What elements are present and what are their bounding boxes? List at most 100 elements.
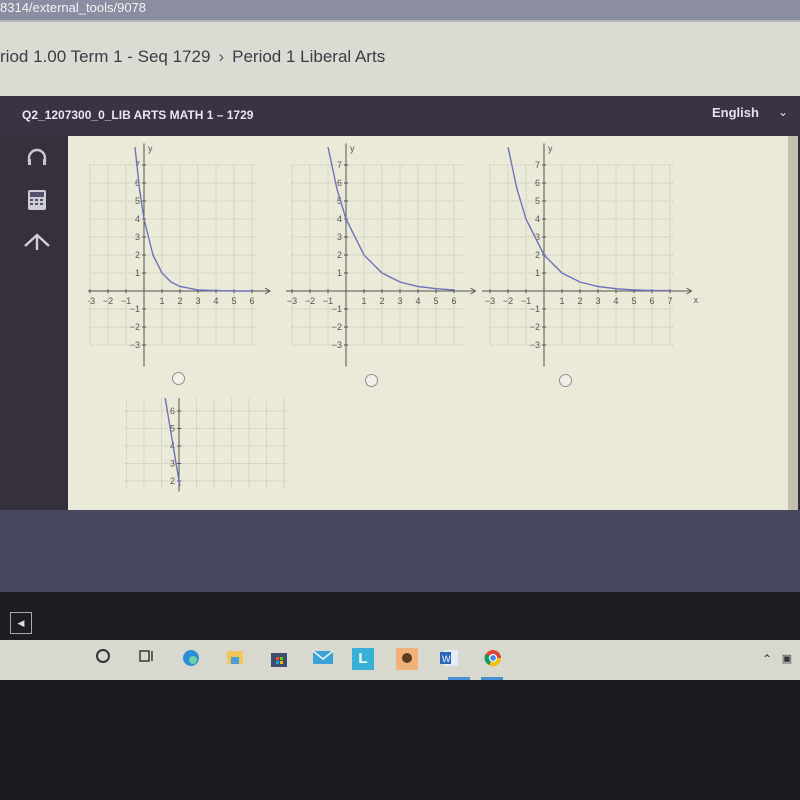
laptop-bezel [0, 680, 800, 800]
y-tick-label: −1 [530, 304, 540, 314]
network-icon[interactable]: ▣ [776, 648, 798, 670]
reference-icon[interactable] [22, 230, 52, 260]
x-tick-label: 2 [177, 296, 182, 306]
course-title: Q2_1207300_0_LIB ARTS MATH 1 – 1729 [22, 108, 254, 122]
y-tick-label: −3 [530, 340, 540, 350]
chrome-icon[interactable] [482, 648, 504, 670]
radio-option-a[interactable] [172, 372, 185, 385]
y-tick-label: −2 [530, 322, 540, 332]
y-axis-label: y [548, 143, 553, 153]
mail-icon[interactable] [312, 648, 334, 670]
windows-taskbar: L W ⌃ ▣ [0, 640, 800, 680]
y-tick-label: −2 [332, 322, 342, 332]
y-tick-label: 5 [535, 196, 540, 206]
y-axis-label: y [350, 143, 355, 153]
breadcrumb-item-term[interactable]: riod 1.00 Term 1 - Seq 1729 [0, 47, 210, 66]
x-tick-label: 6 [249, 296, 254, 306]
x-tick-label: 5 [433, 296, 438, 306]
y-tick-label: 6 [170, 406, 175, 416]
browser-url-bar[interactable]: 8314/external_tools/9078 [0, 0, 800, 20]
word-icon[interactable]: W [438, 648, 460, 670]
x-tick-label: 1 [361, 296, 366, 306]
collapse-panel-button[interactable]: ◀ [10, 612, 32, 634]
y-tick-label: 6 [337, 178, 342, 188]
chevron-down-icon[interactable]: ⌄ [778, 105, 788, 119]
y-tick-label: 4 [135, 214, 140, 224]
breadcrumb-separator: › [218, 47, 225, 66]
y-tick-label: −1 [332, 304, 342, 314]
x-tick-label: 2 [577, 296, 582, 306]
y-tick-label: 7 [170, 398, 175, 399]
graph-option-c: yx−3 −2 −1 1 2 3 4 5 6 7−3−2−11234567 [482, 143, 699, 367]
x-tick-label: 1 [559, 296, 564, 306]
y-tick-label: 1 [535, 268, 540, 278]
y-tick-label: 4 [535, 214, 540, 224]
y-tick-label: 3 [135, 232, 140, 242]
y-tick-label: 7 [535, 160, 540, 170]
x-tick-label: 1 [159, 296, 164, 306]
headphones-icon[interactable] [22, 146, 52, 176]
task-view-icon[interactable] [135, 648, 157, 670]
x-axis-label: x [694, 295, 699, 305]
calculator-icon[interactable] [22, 188, 52, 218]
y-tick-label: 3 [170, 459, 175, 469]
breadcrumb: riod 1.00 Term 1 - Seq 1729 › Period 1 Lib… [0, 47, 385, 67]
y-tick-label: 2 [535, 250, 540, 260]
y-tick-label: 6 [535, 178, 540, 188]
y-tick-label: −1 [130, 304, 140, 314]
l-app-icon[interactable]: L [352, 648, 374, 670]
radio-option-b[interactable] [365, 374, 378, 387]
url-text: 8314/external_tools/9078 [0, 0, 147, 15]
y-tick-label: 1 [135, 268, 140, 278]
x-tick-label: 6 [649, 296, 654, 306]
edge-icon[interactable] [180, 648, 202, 670]
file-explorer-icon[interactable] [224, 648, 246, 670]
svg-text:W: W [442, 654, 451, 664]
x-tick-label: −3 [287, 296, 297, 306]
x-tick-label: 3 [195, 296, 200, 306]
app-header: Q2_1207300_0_LIB ARTS MATH 1 – 1729 Engl… [0, 96, 800, 136]
x-tick-label: −3 [485, 296, 495, 306]
y-axis-label: y [148, 143, 153, 153]
y-tick-label: 2 [337, 250, 342, 260]
radio-option-c[interactable] [559, 374, 572, 387]
breadcrumb-item-course[interactable]: Period 1 Liberal Arts [232, 47, 385, 66]
x-tick-label: 6 [451, 296, 456, 306]
store-icon[interactable] [268, 648, 290, 670]
y-tick-label: 2 [135, 250, 140, 260]
x-tick-label: 3 [595, 296, 600, 306]
tool-sidebar [0, 136, 68, 276]
x-tick-label: 3 [397, 296, 402, 306]
y-tick-label: −3 [332, 340, 342, 350]
x-tick-label: 5 [631, 296, 636, 306]
lower-panel [0, 510, 800, 592]
y-tick-label: 1 [337, 268, 342, 278]
x-tick-label: −3 [88, 296, 95, 306]
language-select[interactable]: English [712, 105, 759, 120]
x-tick-label: 2 [379, 296, 384, 306]
y-tick-label: 7 [337, 160, 342, 170]
x-tick-label: 4 [213, 296, 218, 306]
chevron-up-icon[interactable]: ⌃ [756, 648, 778, 670]
x-tick-label: −2 [503, 296, 513, 306]
x-tick-label: −2 [305, 296, 315, 306]
graph-option-b: y−3 −2 −1 1 2 3 4 5 6−3−2−11234567 [286, 143, 477, 367]
y-tick-label: −3 [130, 340, 140, 350]
x-tick-label: 5 [231, 296, 236, 306]
photo-app-icon[interactable] [396, 648, 418, 670]
function-curve [327, 146, 455, 291]
y-tick-label: 5 [135, 196, 140, 206]
y-tick-label: 4 [337, 214, 342, 224]
x-tick-label: −2 [103, 296, 113, 306]
content-scrollbar[interactable] [788, 136, 798, 566]
y-tick-label: −2 [130, 322, 140, 332]
x-tick-label: 7 [667, 296, 672, 306]
graph-option-a: y−3−2−1123456−3−2−11234567 [88, 143, 271, 367]
breadcrumb-bar: riod 1.00 Term 1 - Seq 1729 › Period 1 Lib… [0, 20, 800, 96]
y-tick-label: 3 [337, 232, 342, 242]
cortana-icon[interactable] [92, 648, 114, 670]
y-tick-label: 2 [170, 476, 175, 486]
question-content: y −3 −2 −1 1 2 3 4 5 6 −3 −2 −1 1 2 3 4 5 6 7 y −3 −2 −1 1 2 3 4 5 6… [68, 136, 788, 566]
x-tick-label: 4 [613, 296, 618, 306]
x-tick-label: 4 [415, 296, 420, 306]
